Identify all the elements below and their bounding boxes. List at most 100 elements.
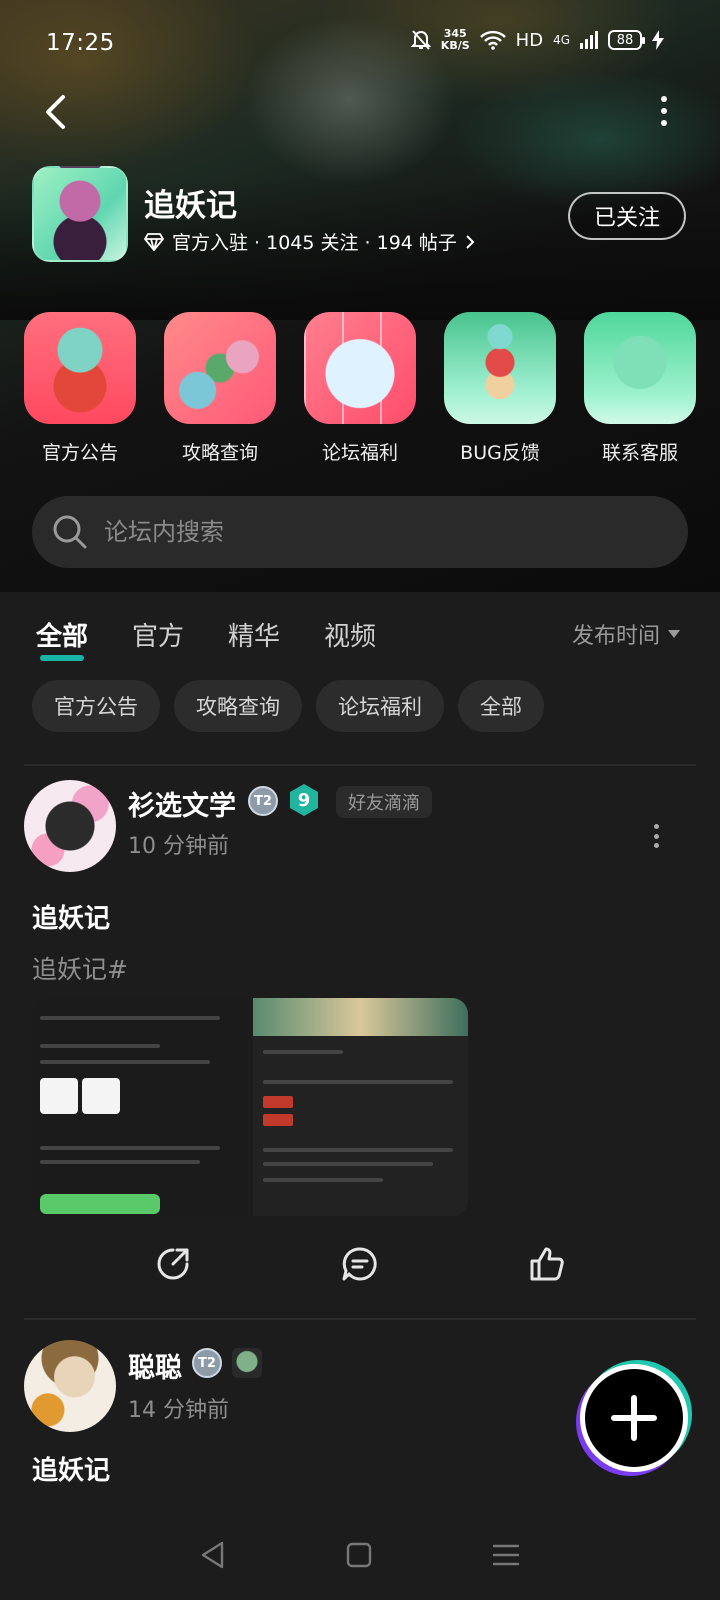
create-post-button[interactable] (580, 1364, 688, 1472)
status-bar: 17:25 345 KB/S HD 4G 88 (0, 0, 720, 88)
tab-video[interactable]: 视频 (324, 616, 376, 659)
diamond-icon (144, 232, 164, 251)
avatar[interactable] (24, 780, 116, 872)
rank-badge: T2 (248, 786, 278, 816)
shortcut-image (24, 312, 136, 424)
img-line (263, 1178, 383, 1182)
img-line (40, 1016, 220, 1020)
divider (24, 764, 696, 766)
forum-title: 追妖记 (144, 188, 237, 224)
avatar[interactable] (24, 1340, 116, 1432)
img-block (40, 1078, 78, 1114)
sort-label: 发布时间 (571, 624, 660, 649)
post-title: 追妖记 (32, 1456, 111, 1486)
like-icon (530, 1247, 564, 1281)
rank-badge: T2 (192, 1348, 222, 1378)
post-image[interactable] (253, 998, 468, 1216)
img-line (263, 1050, 343, 1054)
more-icon-dot (653, 833, 659, 839)
bell-muted-icon (410, 30, 431, 50)
img-line (40, 1060, 210, 1064)
comment-button[interactable] (338, 1242, 382, 1286)
system-nav-bar (0, 1514, 720, 1600)
nav-recents-button[interactable] (492, 1543, 520, 1571)
forum-meta-text: 官方入驻 · 1045 关注 · 194 帖子 (172, 232, 457, 254)
post-time: 10 分钟前 (128, 834, 229, 859)
post-image[interactable] (32, 998, 247, 1216)
medal-badge (232, 1348, 262, 1378)
post-username[interactable]: 衫选文学 (128, 784, 236, 823)
forum-app-icon (32, 166, 128, 262)
share-button[interactable] (151, 1242, 195, 1286)
tab-official[interactable]: 官方 (132, 616, 184, 659)
search-icon (53, 515, 87, 549)
category-chips: 官方公告 攻略查询 论坛福利 全部 (32, 680, 544, 732)
chip-all[interactable]: 全部 (458, 680, 544, 732)
more-options-button[interactable] (652, 96, 676, 126)
user-tag: 好友滴滴 (336, 786, 432, 818)
signal-label: 4G (553, 33, 570, 47)
chip-welfare[interactable]: 论坛福利 (316, 680, 444, 732)
shortcut-image (584, 312, 696, 424)
post-title: 追妖记 (32, 904, 111, 934)
post-username[interactable]: 聪聪 (128, 1346, 182, 1385)
shortcut-label: 官方公告 (41, 442, 118, 464)
status-icons: 345 KB/S HD 4G 88 (410, 28, 664, 52)
net-speed-unit: KB/S (440, 39, 470, 52)
more-icon-dot (653, 843, 659, 848)
battery-indicator: 88 (608, 30, 645, 50)
img-line (40, 1146, 220, 1150)
more-icon (661, 96, 667, 102)
share-icon (157, 1248, 189, 1280)
forum-search-bar[interactable] (32, 496, 688, 568)
net-speed: 345 KB/S (441, 28, 470, 52)
divider (24, 1318, 696, 1320)
shortcut-guides[interactable]: 攻略查询 (164, 312, 276, 465)
img-tag (263, 1096, 293, 1108)
img-line (263, 1080, 453, 1084)
post-time: 14 分钟前 (128, 1398, 229, 1423)
tab-featured[interactable]: 精华 (228, 616, 280, 659)
wifi-icon (479, 30, 506, 50)
img-tag (263, 1114, 293, 1126)
img-block (82, 1078, 120, 1114)
follow-button[interactable]: 已关注 (568, 192, 686, 240)
shortcut-bug-report[interactable]: BUG反馈 (444, 312, 556, 465)
search-input[interactable] (102, 517, 622, 547)
hd-label: HD (515, 29, 544, 51)
feed-tabs: 全部 官方 精华 视频 (36, 616, 376, 661)
post-more-button[interactable] (652, 824, 660, 848)
shortcut-announcements[interactable]: 官方公告 (24, 312, 136, 465)
status-time: 17:25 (46, 30, 115, 56)
chip-announcements[interactable]: 官方公告 (32, 680, 160, 732)
shortcut-customer-service[interactable]: 联系客服 (584, 312, 696, 465)
more-icon (653, 824, 659, 829)
shortcut-welfare[interactable]: 论坛福利 (304, 312, 416, 465)
nav-home-button[interactable] (346, 1542, 372, 1572)
chevron-right-icon (466, 234, 475, 249)
nav-menu-icon (492, 1544, 520, 1566)
back-button[interactable] (36, 90, 76, 134)
shortcut-image (164, 312, 276, 424)
sort-dropdown[interactable]: 发布时间 (572, 618, 680, 650)
back-icon (46, 95, 65, 129)
like-button[interactable] (525, 1242, 569, 1286)
chip-guides[interactable]: 攻略查询 (174, 680, 302, 732)
img-line (40, 1160, 200, 1164)
nav-back-button[interactable] (200, 1541, 226, 1573)
nav-back-icon (201, 1541, 224, 1569)
comment-icon (342, 1247, 377, 1281)
more-icon-dot (661, 120, 667, 126)
forum-meta[interactable]: 官方入驻 · 1045 关注 · 194 帖子 (144, 228, 475, 255)
more-icon-dot (661, 108, 667, 114)
post-images[interactable] (32, 998, 468, 1216)
caret-down-icon (668, 630, 680, 638)
tab-all[interactable]: 全部 (36, 616, 88, 661)
shortcut-label: 攻略查询 (181, 442, 258, 464)
nav-home-icon (346, 1542, 372, 1568)
img-line (263, 1162, 433, 1166)
img-line (40, 1044, 160, 1048)
shortcut-label: 论坛福利 (321, 442, 398, 464)
img-line (263, 1148, 453, 1152)
forum-header: 17:25 345 KB/S HD 4G 88 追妖记 官方入驻 · 1045 … (0, 0, 720, 592)
